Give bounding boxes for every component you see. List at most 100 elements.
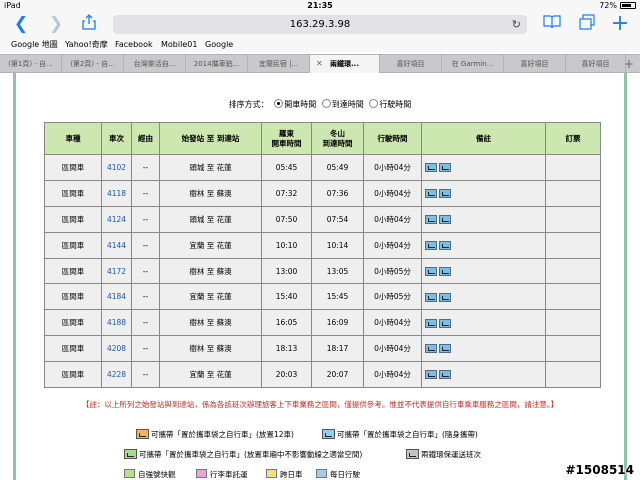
share-icon	[82, 14, 96, 30]
legend-item: 可攜帶「置於攜車袋之自行車」(隨身攜帶)	[322, 429, 478, 441]
cell-arrive: 10:14	[311, 231, 364, 259]
browser-tab[interactable]: (第2頁) - 自...	[62, 55, 124, 73]
new-tab-button[interactable]: +	[609, 13, 631, 35]
browser-tab[interactable]: 喜好項目	[566, 55, 626, 73]
tabs-icon	[579, 14, 595, 30]
sort-radio-arrival[interactable]	[321, 99, 331, 108]
table-row: 區間車 4144 -- 宜蘭 至 花蓮 10:10 10:14 0小時04分	[44, 231, 601, 259]
cell-via: --	[131, 257, 160, 285]
cell-booking	[545, 361, 601, 389]
legend-item: 兩鐵環保運送班次	[406, 449, 481, 461]
cell-arrive: 07:36	[311, 179, 364, 207]
sort-radio-departure[interactable]	[274, 99, 284, 108]
sort-radio-duration[interactable]	[369, 99, 379, 108]
cell-train-no[interactable]: 4188	[101, 309, 132, 337]
address-bar[interactable]: 163.29.3.98 ↻	[113, 15, 527, 34]
cell-depart: 18:13	[261, 335, 312, 363]
legend-item: 行李車託運	[196, 469, 248, 480]
browser-tab[interactable]: 宜蘭民宿 |...	[248, 55, 310, 73]
cell-remarks	[421, 205, 546, 233]
cell-train-no[interactable]: 4184	[101, 283, 132, 311]
legend-label: 兩鐵環保運送班次	[421, 450, 481, 459]
bike-bag-icon	[425, 318, 437, 328]
browser-tab[interactable]: 台灣樂活自...	[124, 55, 186, 73]
bookmark-link[interactable]: Yahoo!奇摩	[65, 38, 108, 52]
browser-tab[interactable]: 2014攜車鉑...	[186, 55, 248, 73]
bike-bag-icon	[439, 189, 451, 199]
cell-train-no[interactable]: 4124	[101, 205, 132, 233]
browser-tab[interactable]: (第1頁) - 自...	[0, 55, 62, 73]
legend-item: 自強號快觀	[124, 469, 176, 480]
bookmark-link[interactable]: Google	[205, 38, 233, 52]
browser-tab[interactable]: 喜好項目	[504, 55, 566, 73]
cell-train-no[interactable]: 4172	[101, 257, 132, 285]
bookmark-link[interactable]: Facebook	[115, 38, 153, 52]
close-tab-icon[interactable]: ✕	[316, 55, 323, 73]
cell-arrive: 07:54	[311, 205, 364, 233]
luggage-car-icon	[196, 469, 207, 478]
browser-tab-active[interactable]: ✕ 兩鐵環...	[310, 55, 380, 73]
bike-bag-icon	[425, 163, 437, 173]
table-row: 區間車 4102 -- 頭城 至 花蓮 05:45 05:49 0小時04分	[44, 154, 601, 181]
cell-arrive: 20:07	[311, 361, 364, 389]
cell-remarks	[421, 257, 546, 285]
bookmark-link[interactable]: Mobile01	[161, 38, 197, 52]
cell-train-no[interactable]: 4118	[101, 179, 132, 207]
cell-train-no[interactable]: 4102	[101, 154, 132, 181]
cell-duration: 0小時04分	[363, 179, 422, 207]
legend-item: 每日行駛	[316, 469, 360, 480]
cell-depart: 10:10	[261, 231, 312, 259]
browser-tab[interactable]: 在 Garmin...	[442, 55, 504, 73]
share-button[interactable]	[78, 14, 100, 34]
legend-label: 可攜帶「置於攜車袋之自行車」(放置車廂中不影響動線之適當空間)	[139, 450, 363, 459]
reload-icon[interactable]: ↻	[512, 15, 521, 34]
bike-bag-icon	[425, 292, 437, 302]
sort-option-label: 行駛時間	[379, 100, 412, 109]
bike-bag-icon	[439, 266, 451, 276]
bike-bag-orange-icon	[136, 429, 149, 439]
bookmarks-button[interactable]	[541, 14, 563, 34]
bike-bag-icon	[425, 370, 437, 380]
legend-item: 跨日車	[266, 469, 303, 480]
header-col-remarks: 備註	[421, 122, 546, 155]
forward-button[interactable]: ❯	[45, 14, 67, 34]
sort-label: 排序方式：	[228, 100, 269, 109]
cell-train-type: 區間車	[44, 179, 102, 207]
cell-train-no[interactable]: 4208	[101, 335, 132, 363]
browser-tab[interactable]: 喜好項目	[380, 55, 442, 73]
add-tab-icon[interactable]: +	[624, 55, 634, 73]
bike-bag-green-icon	[124, 449, 137, 459]
clock: 21:35	[307, 1, 333, 10]
cell-route: 樹林 至 蘇澳	[159, 335, 262, 363]
legend-item: 可攜帶「置於攜車袋之自行車」(放置車廂中不影響動線之適當空間)	[124, 449, 362, 461]
legend-item: 可攜帶「置於攜車袋之自行車」(放置12車)	[136, 429, 294, 441]
cell-train-type: 區間車	[44, 231, 102, 259]
cell-route: 樹林 至 蘇澳	[159, 179, 262, 207]
cell-depart: 16:05	[261, 309, 312, 337]
cell-depart: 07:50	[261, 205, 312, 233]
bookmark-link[interactable]: Google 地圖	[11, 38, 58, 52]
header-col-booking: 訂票	[545, 122, 601, 155]
battery-status: 72%	[599, 0, 636, 11]
cell-booking	[545, 205, 601, 233]
tabs-bar: (第1頁) - 自... (第2頁) - 自... 台灣樂活自... 2014攜…	[0, 54, 640, 73]
header-col-depart: 羅東 開車時間	[261, 122, 312, 155]
legend-label: 每日行駛	[330, 470, 360, 479]
bike-bag-icon	[439, 292, 451, 302]
cell-train-no[interactable]: 4144	[101, 231, 132, 259]
cell-via: --	[131, 361, 160, 389]
cell-route: 樹林 至 蘇澳	[159, 257, 262, 285]
legend-label: 可攜帶「置於攜車袋之自行車」(隨身攜帶)	[337, 430, 478, 439]
bike-bag-blue-icon	[322, 429, 335, 439]
browser-toolbar: ❮ ❯ 163.29.3.98 ↻ +	[0, 11, 640, 38]
daily-icon	[316, 469, 327, 478]
bike-bag-icon	[425, 189, 437, 199]
cell-arrive: 13:05	[311, 257, 364, 285]
tabs-button[interactable]	[576, 14, 598, 34]
back-button[interactable]: ❮	[10, 14, 32, 34]
cell-train-type: 區間車	[44, 283, 102, 311]
header-col-route: 始發站 至 到達站	[159, 122, 262, 155]
cell-train-no[interactable]: 4228	[101, 361, 132, 389]
cell-depart: 07:32	[261, 179, 312, 207]
table-row: 區間車 4124 -- 頭城 至 花蓮 07:50 07:54 0小時04分	[44, 205, 601, 233]
